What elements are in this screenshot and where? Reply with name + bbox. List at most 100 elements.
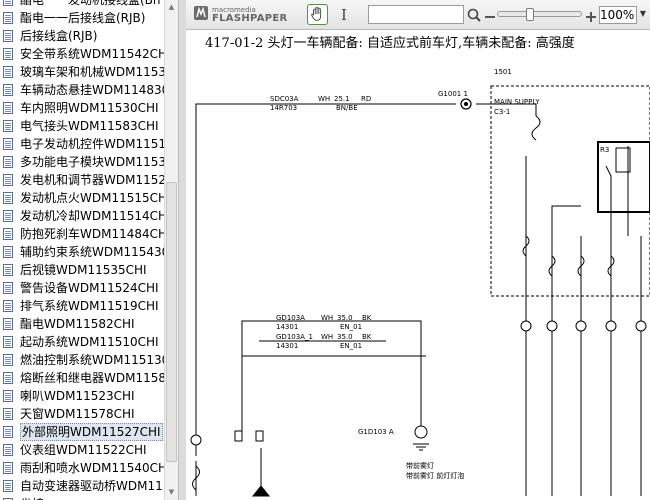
hand-tool-button[interactable] <box>307 4 328 25</box>
wire-label: WH <box>318 95 330 103</box>
sidebar-item[interactable]: 发动机冷却WDM11514CH <box>0 207 168 225</box>
sidebar-item-label: 防抱死刹车WDM11484CH <box>20 227 168 241</box>
document-icon <box>3 156 13 168</box>
minus-icon <box>485 16 495 18</box>
wire-label: 14301 <box>276 323 298 331</box>
sidebar-item-label: 安全带系统WDM11542CH <box>20 47 168 61</box>
zoom-in-button[interactable] <box>585 8 597 22</box>
sidebar-item[interactable]: 外部照明WDM11527CHI <box>0 423 164 441</box>
sidebar-item[interactable]: 发动机点火WDM11515CH <box>0 189 167 207</box>
page-title: 417-01-2 头灯一车辆配备: 自适应式前车灯,车辆未配备: 高强度 <box>205 36 575 51</box>
search-input[interactable] <box>368 5 464 24</box>
wire-label: RD <box>361 95 371 103</box>
document-icon <box>3 102 13 114</box>
sidebar-item[interactable]: 电子发动机控件WDM1151 <box>0 135 166 153</box>
sidebar-item-label: 发动机冷却WDM11514CH <box>20 209 168 223</box>
document-icon <box>3 84 13 96</box>
sidebar-item[interactable]: 喇叭WDM11523CHI <box>0 387 164 405</box>
document-icon <box>3 246 13 258</box>
zoom-out-button[interactable] <box>484 8 496 20</box>
wire-label: BK <box>362 314 372 322</box>
document-icon <box>3 336 13 348</box>
bookmark-tree: 酯电一一发动机接线盒(Bh 酯电一一后接线盒(RJB) 后接线盒(RJB) 安全带系统… <box>0 0 169 500</box>
document-icon <box>3 462 13 474</box>
wiring-diagram: SDC03A 14R703 WH 25.1 RD BN/BE G1001 1 M… <box>190 68 650 497</box>
wire-label: 14R703 <box>270 104 297 112</box>
sidebar-item[interactable]: 酯电一一后接线盒(RJB) <box>0 9 164 27</box>
sidebar-item-label: 熔断丝和继电器WDM1158 <box>20 371 166 385</box>
sidebar-item[interactable]: 起动系统WDM11510CHI <box>0 333 164 351</box>
sidebar-item[interactable]: 电气接头WDM11583CHI <box>0 117 164 135</box>
sidebar-item-label: 酯电WDM11582CHI <box>20 317 135 331</box>
magnifier-icon <box>467 8 481 22</box>
sidebar-item-label: 喇叭WDM11523CHI <box>20 389 135 403</box>
sidebar-item[interactable]: 车辆动态悬挂WDM114830 <box>0 81 169 99</box>
sidebar-item[interactable]: 熔断丝和继电器WDM1158 <box>0 369 166 387</box>
document-icon <box>3 228 13 240</box>
sidebar-item-label: 自动变速器驱动桥WDM11 <box>20 479 163 493</box>
sidebar-item[interactable]: 警告设备WDM11524CHI <box>0 279 164 297</box>
ground-label: G1D103 A <box>358 428 394 436</box>
hand-icon <box>311 7 322 21</box>
wire-label: EN_01 <box>340 323 362 331</box>
document-icon <box>3 318 13 330</box>
document-icon <box>3 30 13 42</box>
supply-label: MAIN SUPPLY <box>494 98 540 106</box>
text-select-tool-button[interactable]: I <box>337 5 351 25</box>
sidebar-item[interactable]: 发电机和调节器WDM1152 <box>0 171 166 189</box>
sidebar-item[interactable]: 防抱死刹车WDM11484CH <box>0 225 168 243</box>
wire-label: 14301 <box>276 342 298 350</box>
document-icon <box>3 444 13 456</box>
lamp-symbol <box>251 485 271 497</box>
document-icon <box>3 426 13 438</box>
sidebar-item[interactable]: 酯电WDM11582CHI <box>0 315 164 333</box>
sidebar-item-label: 玻璃车架和机械WDM1153 <box>20 65 166 79</box>
relay-label: R3 <box>600 146 609 154</box>
sidebar-item[interactable]: 排气系统WDM11519CHI <box>0 297 164 315</box>
sidebar-item[interactable]: 坐椅 <box>0 495 164 500</box>
sidebar-item[interactable]: 后接线盒(RJB) <box>0 27 164 45</box>
wire-label: 25.1 <box>334 95 350 103</box>
sidebar-item[interactable]: 燃油控制系统WDM115130 <box>0 351 169 369</box>
sidebar-item[interactable]: 安全带系统WDM11542CH <box>0 45 168 63</box>
chevron-down-icon[interactable]: ▼ <box>638 9 648 19</box>
wire-label: 35.0 <box>337 333 353 341</box>
sidebar-item-label: 后视镜WDM11535CHI <box>20 263 147 277</box>
document-icon <box>3 120 13 132</box>
macromedia-logo-icon <box>194 6 208 20</box>
scroll-down-arrow-icon[interactable]: ▼ <box>167 487 176 497</box>
sidebar-item[interactable]: 后视镜WDM11535CHI <box>0 261 164 279</box>
sidebar-scrollbar[interactable]: ▲ ▼ <box>164 0 178 500</box>
box-tag: 1501 <box>494 68 512 76</box>
supply-box <box>490 85 650 297</box>
document-icon <box>3 264 13 276</box>
sidebar-item[interactable]: 酯电一一发动机接线盒(Bh <box>0 0 164 9</box>
sidebar-scrollbar-thumb[interactable] <box>166 182 177 462</box>
sidebar-item[interactable]: 多功能电子模块WDM1153 <box>0 153 166 171</box>
sidebar-item-label: 辅助约束系统WDM115430 <box>20 245 170 259</box>
document-sidebar: 酯电一一发动机接线盒(Bh 酯电一一后接线盒(RJB) 后接线盒(RJB) 安全带系统… <box>0 0 178 500</box>
sidebar-item[interactable]: 玻璃车架和机械WDM1153 <box>0 63 166 81</box>
document-icon <box>3 408 13 420</box>
wire-label: GD103A_1 <box>276 333 313 341</box>
zoom-level-field[interactable]: 100% <box>599 6 637 24</box>
sidebar-item[interactable]: 天窗WDM11578CHI <box>0 405 164 423</box>
sidebar-item-label: 多功能电子模块WDM1153 <box>20 155 166 169</box>
sidebar-item[interactable]: 车内照明WDM11530CHI <box>0 99 164 117</box>
document-icon <box>3 372 13 384</box>
zoom-slider-thumb[interactable] <box>525 8 534 21</box>
document-icon <box>3 174 13 186</box>
sidebar-item[interactable]: 自动变速器驱动桥WDM11 <box>0 477 164 495</box>
scroll-up-arrow-icon[interactable]: ▲ <box>167 2 176 12</box>
wire-label: 35.0 <box>337 314 353 322</box>
sidebar-item[interactable]: 雨刮和喷水WDM11540CH <box>0 459 167 477</box>
sidebar-item-label: 酯电一一后接线盒(RJB) <box>20 11 146 25</box>
viewer-toolbar: macromedia FLASHPAPER I 100% ▼ <box>186 0 650 30</box>
sidebar-item[interactable]: 仪表组WDM11522CHI <box>0 441 164 459</box>
pane-splitter[interactable] <box>178 0 186 500</box>
search-button[interactable] <box>466 6 482 24</box>
sidebar-item[interactable]: 辅助约束系统WDM115430 <box>0 243 169 261</box>
document-icon <box>3 282 13 294</box>
document-icon <box>3 390 13 402</box>
zoom-slider[interactable] <box>497 8 582 21</box>
